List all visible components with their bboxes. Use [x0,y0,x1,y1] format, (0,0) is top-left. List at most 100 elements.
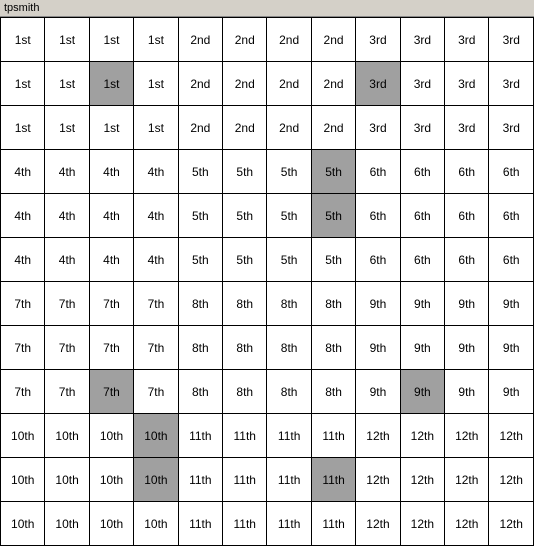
table-cell: 12th [356,414,400,458]
table-cell: 6th [356,238,400,282]
table-cell: 10th [45,458,89,502]
table-cell: 12th [356,458,400,502]
table-cell: 4th [1,150,45,194]
table-cell: 8th [178,370,222,414]
table-cell: 8th [178,326,222,370]
table-cell: 8th [311,282,355,326]
table-cell: 10th [89,502,133,546]
table-row: 1st1st1st1st2nd2nd2nd2nd3rd3rd3rd3rd [1,18,534,62]
table-cell: 6th [400,150,444,194]
table-row: 4th4th4th4th5th5th5th5th6th6th6th6th [1,194,534,238]
table-cell: 7th [89,370,133,414]
table-row: 4th4th4th4th5th5th5th5th6th6th6th6th [1,150,534,194]
table-cell: 5th [223,194,267,238]
table-cell: 4th [89,150,133,194]
table-cell: 5th [311,194,355,238]
table-cell: 10th [1,502,45,546]
table-cell: 3rd [489,18,534,62]
grid-container: 1st1st1st1st2nd2nd2nd2nd3rd3rd3rd3rd1st1… [0,17,534,546]
table-cell: 4th [1,194,45,238]
table-cell: 2nd [311,106,355,150]
table-cell: 5th [178,194,222,238]
table-cell: 8th [223,282,267,326]
table-cell: 8th [267,282,311,326]
table-cell: 8th [311,326,355,370]
table-cell: 11th [267,458,311,502]
table-row: 10th10th10th10th11th11th11th11th12th12th… [1,458,534,502]
table-cell: 2nd [178,18,222,62]
table-row: 10th10th10th10th11th11th11th11th12th12th… [1,414,534,458]
table-cell: 4th [89,194,133,238]
table-cell: 10th [134,458,178,502]
table-cell: 11th [311,414,355,458]
table-cell: 4th [89,238,133,282]
table-cell: 9th [445,326,489,370]
table-cell: 10th [134,414,178,458]
table-cell: 5th [178,238,222,282]
table-cell: 12th [445,502,489,546]
table-cell: 11th [223,458,267,502]
table-cell: 12th [489,414,534,458]
table-cell: 4th [1,238,45,282]
table-cell: 5th [311,150,355,194]
table-cell: 5th [223,238,267,282]
table-cell: 6th [356,194,400,238]
table-cell: 4th [45,150,89,194]
table-cell: 10th [134,502,178,546]
table-cell: 9th [356,282,400,326]
table-cell: 2nd [267,106,311,150]
table-cell: 3rd [445,106,489,150]
table-cell: 6th [400,238,444,282]
table-cell: 1st [1,62,45,106]
table-cell: 6th [445,150,489,194]
table-cell: 6th [489,238,534,282]
table-cell: 7th [134,370,178,414]
table-cell: 4th [45,194,89,238]
table-cell: 12th [445,414,489,458]
table-cell: 10th [89,458,133,502]
table-cell: 12th [489,502,534,546]
table-row: 4th4th4th4th5th5th5th5th6th6th6th6th [1,238,534,282]
table-cell: 7th [89,326,133,370]
table-cell: 11th [178,458,222,502]
table-cell: 3rd [445,18,489,62]
table-cell: 9th [489,282,534,326]
table-cell: 9th [356,370,400,414]
table-cell: 11th [178,502,222,546]
table-cell: 6th [356,150,400,194]
table-cell: 3rd [400,62,444,106]
table-cell: 1st [89,62,133,106]
table-cell: 4th [134,238,178,282]
table-cell: 7th [45,282,89,326]
table-cell: 11th [267,414,311,458]
table-cell: 6th [489,150,534,194]
table-cell: 4th [45,238,89,282]
table-cell: 6th [445,238,489,282]
table-cell: 10th [1,414,45,458]
table-row: 7th7th7th7th8th8th8th8th9th9th9th9th [1,282,534,326]
table-cell: 2nd [267,62,311,106]
table-cell: 9th [356,326,400,370]
table-cell: 4th [134,150,178,194]
table-cell: 7th [134,282,178,326]
table-cell: 1st [89,18,133,62]
table-cell: 8th [223,370,267,414]
table-row: 1st1st1st1st2nd2nd2nd2nd3rd3rd3rd3rd [1,62,534,106]
table-cell: 2nd [311,62,355,106]
table-cell: 2nd [223,18,267,62]
table-cell: 1st [45,62,89,106]
table-cell: 12th [489,458,534,502]
table-cell: 1st [45,18,89,62]
table-cell: 11th [311,502,355,546]
table-cell: 9th [445,282,489,326]
table-cell: 9th [400,326,444,370]
table-cell: 9th [400,282,444,326]
table-cell: 3rd [400,106,444,150]
table-cell: 1st [1,18,45,62]
table-cell: 1st [1,106,45,150]
table-cell: 6th [445,194,489,238]
table-cell: 3rd [445,62,489,106]
table-cell: 3rd [400,18,444,62]
table-row: 1st1st1st1st2nd2nd2nd2nd3rd3rd3rd3rd [1,106,534,150]
table-cell: 5th [267,194,311,238]
